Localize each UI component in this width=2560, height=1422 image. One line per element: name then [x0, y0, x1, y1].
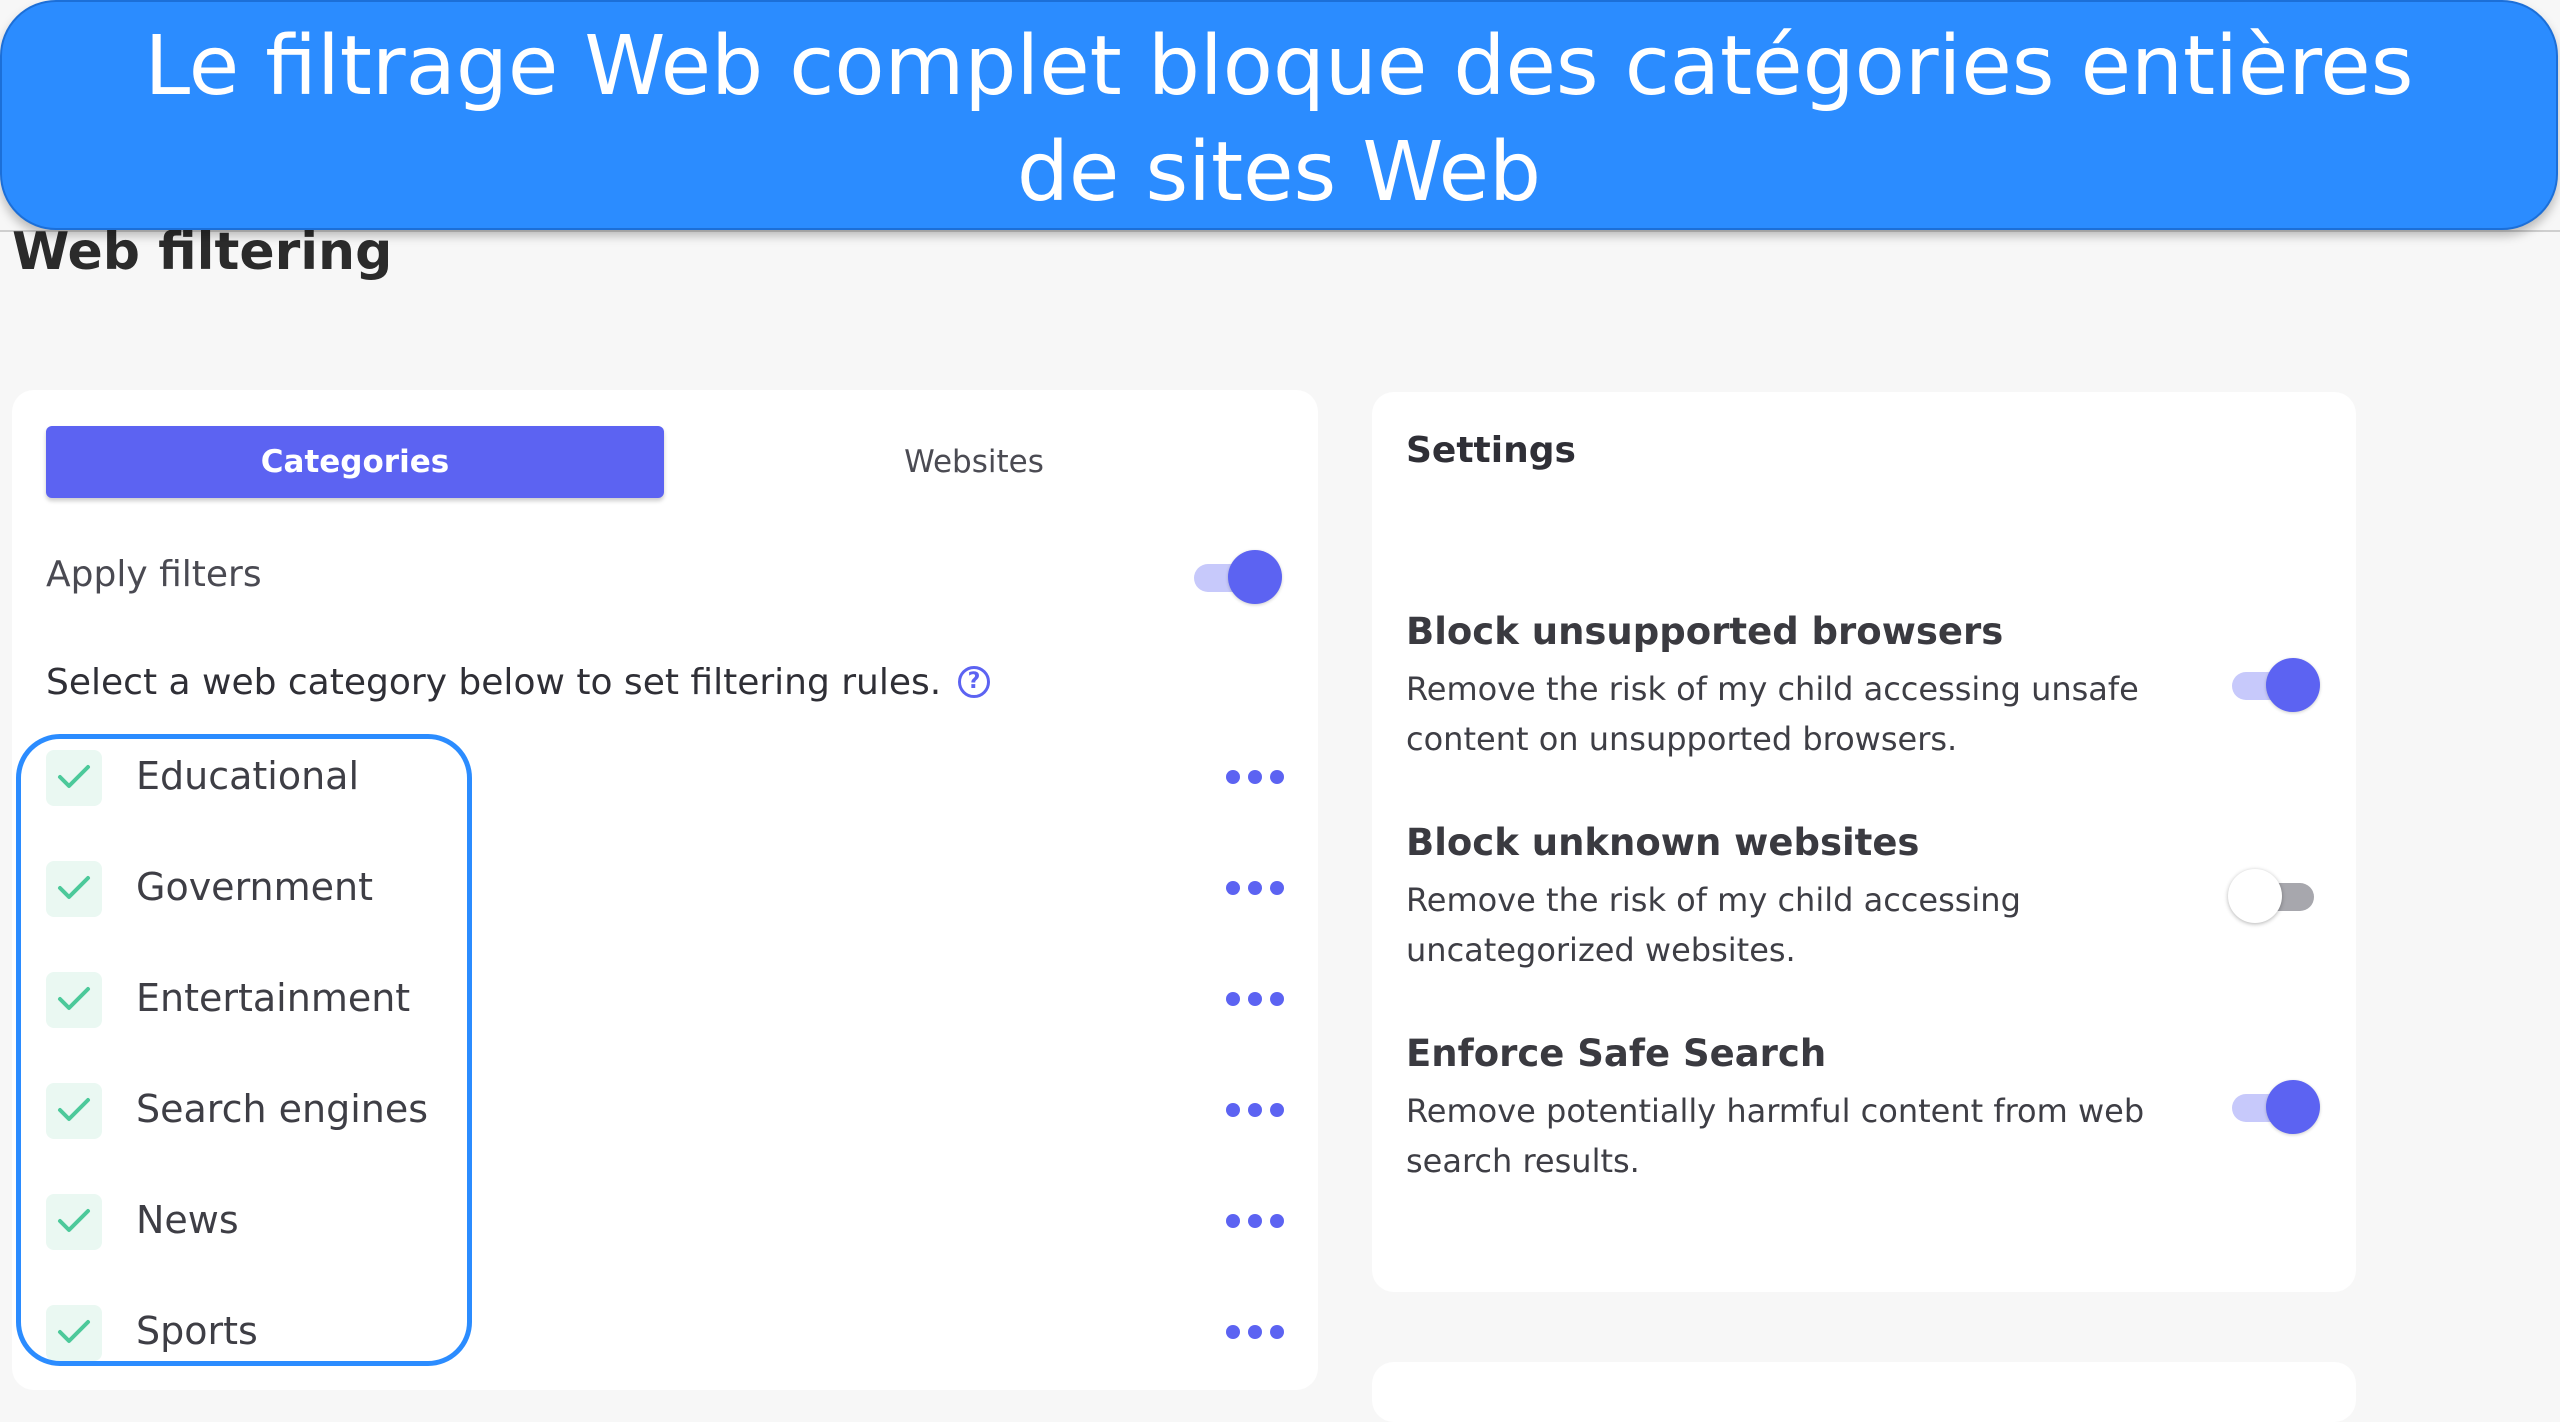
more-options-icon[interactable] [1226, 1093, 1286, 1123]
more-options-icon[interactable] [1226, 1204, 1286, 1234]
desc-line: Remove the risk of my child accessing un… [1406, 670, 2139, 708]
apply-filters-label: Apply filters [46, 554, 262, 595]
next-panel [1372, 1362, 2356, 1422]
tab-categories[interactable]: Categories [46, 426, 664, 498]
desc-line: content on unsupported browsers. [1406, 720, 1958, 758]
toggle-knob [1228, 550, 1282, 604]
caption-line-1: Le filtrage Web complet bloque des catég… [144, 19, 2414, 114]
tab-websites[interactable]: Websites [710, 426, 1238, 498]
more-options-icon[interactable] [1226, 760, 1286, 790]
category-hint: Select a web category below to set filte… [46, 662, 942, 703]
block-unknown-websites-toggle[interactable] [2228, 867, 2320, 925]
enforce-safe-search-toggle[interactable] [2228, 1078, 2320, 1136]
apply-filters-toggle[interactable] [1190, 548, 1282, 606]
setting-title-unsupported-browsers: Block unsupported browsers [1406, 610, 2004, 653]
setting-title-safe-search: Enforce Safe Search [1406, 1032, 1827, 1075]
settings-title: Settings [1406, 430, 1576, 471]
desc-line: Remove the risk of my child accessing [1406, 881, 2021, 919]
toggle-knob [2266, 1080, 2320, 1134]
desc-line: uncategorized websites. [1406, 931, 1796, 969]
toggle-knob [2228, 869, 2282, 923]
caption-banner: Le filtrage Web complet bloque des catég… [0, 0, 2558, 230]
setting-desc-safe-search: Remove potentially harmful content from … [1406, 1086, 2186, 1186]
block-unsupported-browsers-toggle[interactable] [2228, 656, 2320, 714]
toggle-knob [2266, 658, 2320, 712]
setting-desc-unknown-websites: Remove the risk of my child accessing un… [1406, 875, 2186, 975]
more-options-icon[interactable] [1226, 982, 1286, 1012]
more-options-icon[interactable] [1226, 871, 1286, 901]
more-options-icon[interactable] [1226, 1315, 1286, 1345]
highlight-outline [16, 734, 472, 1366]
desc-line: Remove potentially harmful content from … [1406, 1092, 2145, 1130]
help-icon[interactable]: ? [958, 666, 990, 698]
desc-line: search results. [1406, 1142, 1640, 1180]
page-title: Web filtering [12, 222, 393, 282]
setting-title-unknown-websites: Block unknown websites [1406, 821, 1920, 864]
caption-line-2: de sites Web [1016, 125, 1542, 220]
setting-desc-unsupported-browsers: Remove the risk of my child accessing un… [1406, 664, 2186, 764]
